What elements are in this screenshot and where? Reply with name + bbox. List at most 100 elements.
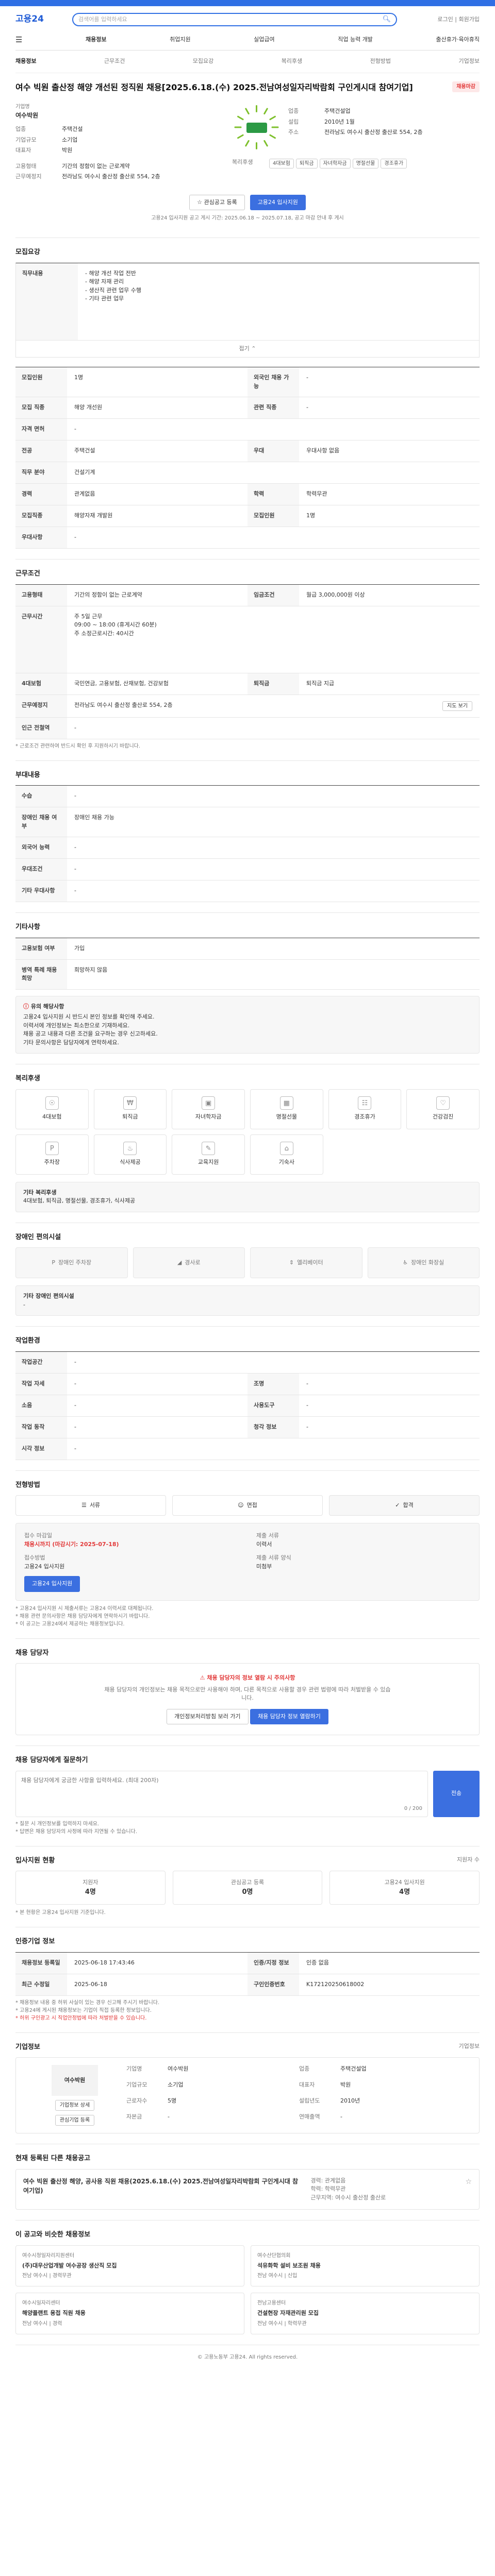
welfare-item: ⌂ 기숙사	[250, 1134, 323, 1175]
tab-company[interactable]: 기업정보	[458, 57, 479, 66]
follow-company-button[interactable]: 관심기업 등록	[55, 2115, 95, 2126]
welfare-item: ☉ 4대보험	[15, 1089, 89, 1129]
process-step: ☰ 서류	[15, 1495, 166, 1516]
interview-icon: ☺	[238, 1501, 244, 1509]
footer: © 고용노동부 고용24. All rights reserved.	[15, 2344, 480, 2369]
status-note: * 본 현황은 고용24 입사지원 기준입니다.	[15, 1910, 106, 1916]
section-title: 기업정보	[15, 2043, 40, 2051]
process-step: ✓ 합격	[329, 1495, 480, 1516]
disability-grid: P 장애인 주차장 ◢ 경사로 ⇕ 엘리베이터 ♿ 장애인 화장실	[15, 1247, 480, 1278]
restroom-icon: ♿	[403, 1259, 408, 1266]
search-box[interactable]: 검색어를 입력하세요 🔍︎	[72, 13, 397, 26]
tab-conditions[interactable]: 근무조건	[104, 57, 125, 66]
facility-item: P 장애인 주차장	[15, 1247, 128, 1278]
company-detail-button[interactable]: 기업정보 상세	[55, 2100, 95, 2111]
nav-item[interactable]: 출산휴가·육아휴직	[436, 36, 480, 44]
nav-item[interactable]: 취업지원	[170, 36, 190, 44]
company-row: 대표자 박원	[15, 147, 73, 154]
benefit-chip: 자녀학자금	[319, 159, 351, 168]
coin-icon: ₩	[123, 1096, 137, 1110]
detail-tabs: 채용정보 근무조건 모집요강 복리후생 전형방법 기업정보	[15, 50, 480, 73]
welfare-item: ♨ 식사제공	[93, 1134, 167, 1175]
conditions-table: 고용형태 기간의 정함이 없는 근로계약 임금조건 월급 3,000,000원 이상 …	[15, 584, 480, 739]
contact-box: ⚠ 채용 담당자의 정보 열람 시 주의사항 채용 담당자의 개인정보는 채용 …	[15, 1663, 480, 1735]
welfare-item: ▣ 자녀학자금	[172, 1089, 245, 1129]
send-button[interactable]: 전송	[433, 1770, 480, 1817]
conditions-notice: * 근로조건 관련하여 반드시 확인 후 지원하시기 바랍니다.	[15, 743, 141, 749]
status-card: 고용24 입사지원 4명	[329, 1871, 480, 1905]
tab-process[interactable]: 전형방법	[370, 57, 391, 66]
parking-icon: P	[52, 1259, 55, 1266]
welfare-detail: 기타 복리후생 4대보험, 퇴직금, 명절선물, 경조휴가, 식사제공	[15, 1181, 480, 1212]
company-row: 업종 주택건설	[15, 126, 83, 132]
tab-recruit-info[interactable]: 채용정보	[15, 57, 36, 66]
nav-menu-icon[interactable]: ☰	[15, 34, 22, 46]
process-step: ☺ 면접	[172, 1495, 323, 1516]
process-note: * 고용24 입사지원 시 제출서류는 고용24 이력서로 대체됩니다.	[15, 1605, 154, 1612]
section-title: 복리후생	[15, 1075, 40, 1082]
workenv-table: 작업공간 - 작업 자세 - 조명 - 소음 - 사용도구 - 작업 동작 - 청각 정보 - 시각…	[15, 1351, 480, 1460]
apply-button[interactable]: 고용24 입사지원	[250, 194, 306, 210]
facility-item: ⇕ 엘리베이터	[250, 1247, 362, 1278]
similar-job-card[interactable]: 여수시일자리센터 해양플랜트 용접 직원 채용 전남 여수시 | 경력	[15, 2293, 244, 2334]
company-side-row: 설립 2010년 1월	[288, 118, 355, 125]
similar-job-card[interactable]: 여수산단협의회 석유화학 설비 보조원 채용 전남 여수시 | 신입	[251, 2245, 480, 2286]
status-card: 관심공고 등록 0명	[172, 1871, 323, 1905]
inquiry-note: * 질문 시 개인정보를 입력하지 마세요.	[15, 1821, 100, 1827]
company-logo	[232, 103, 281, 152]
check-icon: ✓	[395, 1501, 400, 1509]
other-table: 고용보험 여부 가입 병역 특례 채용 희망 희망하지 않음	[15, 937, 480, 990]
benefit-chips: 4대보험 퇴직금 자녀학자금 명절선물 경조휴가	[268, 158, 480, 169]
bookmark-button[interactable]: ☆ 관심공고 등록	[189, 194, 245, 210]
company-label: 기업명	[15, 104, 30, 110]
search-input[interactable]: 검색어를 입력하세요	[78, 15, 382, 24]
notice-item: 이력서에 개인정보는 최소한으로 기재하세요.	[23, 1022, 130, 1029]
job-duties: - 해양 개선 작업 전반 - 해양 자재 관리 - 생산직 관련 업무 수행 …	[85, 269, 142, 302]
similar-job-card[interactable]: 전남고용센터 건설현장 자재관리원 모집 전남 여수시 | 학력무관	[251, 2293, 480, 2334]
recruit-grid: 모집인원 1명 외국인 채용 가능 - 모집 직종 해양 개선원 관련 직종 - 자격 면허…	[15, 367, 480, 549]
section-title: 기타사항	[15, 923, 40, 931]
process-note: * 채용 관련 문의사항은 채용 담당자에게 연락하시기 바랍니다.	[15, 1613, 150, 1619]
tab-welfare[interactable]: 복리후생	[282, 57, 302, 66]
privacy-button[interactable]: 개인정보처리방침 보러 가기	[167, 1708, 249, 1724]
process-apply-button[interactable]: 고용24 입사지원	[24, 1576, 80, 1592]
search-icon[interactable]: 🔍︎	[382, 14, 391, 25]
inquiry-note: * 답변은 채용 담당자의 사정에 따라 지연될 수 있습니다.	[15, 1828, 138, 1835]
welfare-item: ♡ 건강검진	[406, 1089, 480, 1129]
section-title: 장애인 편의시설	[15, 1233, 61, 1241]
map-button[interactable]: 지도 보기	[442, 701, 472, 711]
star-icon: ☆	[197, 198, 202, 206]
benefit-chip: 명절선물	[352, 159, 379, 168]
bookmark-icon[interactable]: ☆	[465, 2177, 472, 2202]
process-info: 접수 마감일 채용시까지 (마감시기: 2025-07-18) 접수방법 고용2…	[15, 1523, 480, 1601]
welfare-item: ▦ 명절선물	[250, 1089, 323, 1129]
company-name[interactable]: 여수박원	[15, 111, 232, 120]
nav-item[interactable]: 실업급여	[254, 36, 274, 44]
section-title: 전형방법	[15, 1481, 40, 1489]
other-job-card[interactable]: 여수 빅원 출산정 해양, 공사용 직원 채용(2025.6.18.(수) 20…	[15, 2168, 480, 2210]
util-menu[interactable]: 로그인 | 회원가입	[397, 15, 480, 24]
calendar-icon: ☷	[358, 1096, 372, 1110]
nav-item[interactable]: 채용정보	[86, 36, 106, 44]
notice-item: 채용 공고 내용과 다른 조건을 요구하는 경우 신고하세요.	[23, 1030, 158, 1037]
elevator-icon: ⇕	[289, 1259, 294, 1266]
nav-item[interactable]: 직업 능력 개발	[338, 36, 373, 44]
tab-requirements[interactable]: 모집요강	[193, 57, 213, 66]
parking-icon: P	[45, 1142, 59, 1156]
company-more-link[interactable]: 기업정보	[459, 2042, 480, 2058]
origin-note: * 허위 구인광고 시 직업안정법에 따라 처벌받을 수 있습니다.	[15, 2015, 147, 2021]
welfare-item: ✎ 교육지원	[172, 1134, 245, 1175]
recruit-detail-box: 직무내용 - 해양 개선 작업 전반 - 해양 자재 관리 - 생산직 관련 업무…	[15, 262, 480, 358]
inquiry-form: 채용 담당자에게 궁금한 사항을 입력하세요. (최대 200자) 0 / 20…	[15, 1770, 480, 1817]
meal-icon: ♨	[123, 1142, 137, 1156]
notice-item: 기타 문의사항은 담당자에게 연락하세요.	[23, 1039, 120, 1046]
view-contact-button[interactable]: 채용 담당자 정보 열람하기	[250, 1708, 328, 1724]
expand-toggle[interactable]: 접기 ⌃	[16, 341, 479, 358]
section-title: 작업환경	[15, 1337, 40, 1345]
site-logo[interactable]: 고용24	[15, 13, 72, 26]
inquiry-textarea[interactable]: 채용 담당자에게 궁금한 사항을 입력하세요. (최대 200자) 0 / 20…	[15, 1770, 428, 1817]
benefit-chip: 경조휴가	[381, 159, 407, 168]
similar-job-card[interactable]: 여수시청일자리지원센터 (주)대우산업개발 여수공장 생산직 모집 전남 여수시 |…	[15, 2245, 244, 2286]
status-more: 지원자 수	[457, 1856, 480, 1863]
origin-note: * 고용24에 게시된 채용정보는 기업이 직접 등록한 정보입니다.	[15, 2007, 152, 2013]
